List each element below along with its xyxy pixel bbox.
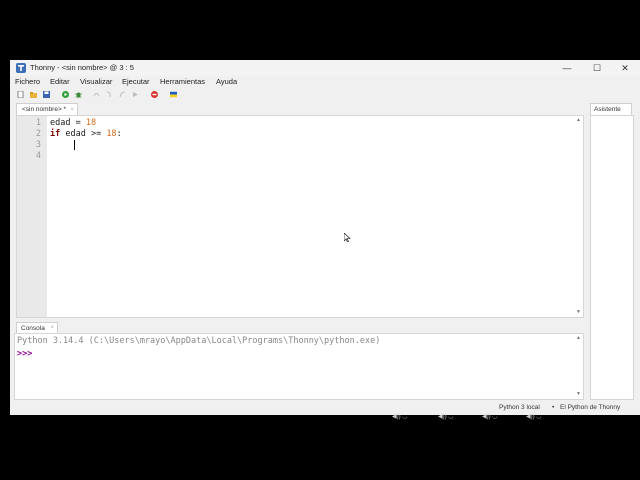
- scroll-up-icon[interactable]: ▲: [576, 335, 581, 341]
- step-into-icon[interactable]: [106, 91, 113, 98]
- status-bar: Python 3 local • El Python de Thonny: [10, 401, 640, 415]
- toolbar: [10, 88, 640, 102]
- console-scrollbar[interactable]: ▲ ▼: [575, 334, 583, 399]
- shell-console[interactable]: Python 3.14.4 (C:\Users\mrayo\AppData\Lo…: [14, 333, 584, 400]
- resume-icon[interactable]: [132, 91, 139, 98]
- console-tab-bar: Consola ×: [14, 322, 584, 333]
- python-banner: Python 3.14.4 (C:\Users\mrayo\AppData\Lo…: [17, 336, 381, 346]
- line-number-gutter: 1 2 3 4: [17, 116, 47, 317]
- new-file-icon[interactable]: [17, 91, 24, 98]
- open-file-icon[interactable]: [30, 91, 37, 98]
- menu-editar[interactable]: Editar: [50, 77, 70, 86]
- tab-label: <sin nombre> *: [22, 106, 67, 113]
- code-number: 18: [106, 129, 117, 139]
- menu-ayuda[interactable]: Ayuda: [216, 77, 237, 86]
- app-name: Thonny: [30, 63, 56, 72]
- code-token: edad: [50, 118, 71, 128]
- taskbar-volume-icon: ◀)) ◡: [526, 414, 542, 420]
- interpreter-selector[interactable]: Python 3 local: [499, 404, 540, 411]
- taskbar-volume-icon: ◀)) ◡: [392, 414, 408, 420]
- title-detail: - <sin nombre> @ 3 : 5: [57, 63, 134, 72]
- tab-label: Consola: [21, 325, 45, 332]
- code-token: :: [116, 129, 122, 139]
- scroll-down-icon[interactable]: ▼: [576, 391, 581, 397]
- run-icon[interactable]: [62, 91, 69, 98]
- code-editor[interactable]: 1 2 3 4 edad = 18 if edad >= 18: ▲ ▼: [16, 115, 584, 318]
- assistant-panel: [590, 115, 634, 400]
- close-button[interactable]: ✕: [610, 60, 640, 76]
- code-line-2: if edad >= 18:: [50, 129, 122, 139]
- status-separator: •: [552, 404, 555, 411]
- code-line-1: edad = 18: [50, 118, 96, 128]
- stop-icon[interactable]: [151, 91, 158, 98]
- text-caret: [74, 140, 75, 150]
- scroll-down-icon[interactable]: ▼: [576, 309, 581, 315]
- code-number: 18: [85, 118, 97, 128]
- code-token: =: [70, 118, 86, 128]
- menu-ejecutar[interactable]: Ejecutar: [122, 77, 150, 86]
- menu-herramientas[interactable]: Herramientas: [160, 77, 205, 86]
- shell-prompt: >>>: [17, 349, 33, 359]
- backend-label[interactable]: El Python de Thonny: [560, 404, 620, 411]
- line-number: 4: [35, 151, 41, 161]
- thonny-window: Thonny - <sin nombre> @ 3 : 5 — ☐ ✕ Fich…: [10, 60, 640, 415]
- tab-asistente[interactable]: Asistente: [590, 103, 632, 115]
- line-number: 3: [35, 140, 41, 150]
- taskbar-volume-icon: ◀)) ◡: [482, 414, 498, 420]
- editor-tab-bar: <sin nombre> * ×: [14, 103, 584, 115]
- tab-sin-nombre[interactable]: <sin nombre> * ×: [16, 103, 78, 115]
- window-title: Thonny - <sin nombre> @ 3 : 5: [30, 63, 134, 72]
- minimize-button[interactable]: —: [552, 60, 582, 76]
- mouse-pointer-icon: [344, 233, 351, 242]
- title-bar[interactable]: Thonny - <sin nombre> @ 3 : 5 — ☐ ✕: [10, 60, 640, 76]
- code-token: edad >=: [60, 129, 107, 139]
- step-out-icon[interactable]: [119, 91, 126, 98]
- debug-icon[interactable]: [75, 91, 82, 98]
- taskbar-volume-icon: ◀)) ◡: [438, 414, 454, 420]
- menu-visualizar[interactable]: Visualizar: [80, 77, 112, 86]
- save-icon[interactable]: [43, 91, 50, 98]
- menu-fichero[interactable]: Fichero: [15, 77, 40, 86]
- ukraine-flag-icon[interactable]: [170, 91, 177, 98]
- tab-consola[interactable]: Consola ×: [16, 322, 58, 333]
- editor-scrollbar[interactable]: ▲ ▼: [575, 116, 583, 317]
- code-keyword: if: [50, 129, 61, 139]
- scroll-up-icon[interactable]: ▲: [576, 117, 581, 123]
- maximize-button[interactable]: ☐: [582, 60, 612, 76]
- line-number: 2: [35, 129, 41, 139]
- line-number: 1: [35, 118, 41, 128]
- thonny-logo-icon: [16, 63, 26, 73]
- step-over-icon[interactable]: [93, 91, 100, 98]
- menu-bar: Fichero Editar Visualizar Ejecutar Herra…: [10, 76, 640, 87]
